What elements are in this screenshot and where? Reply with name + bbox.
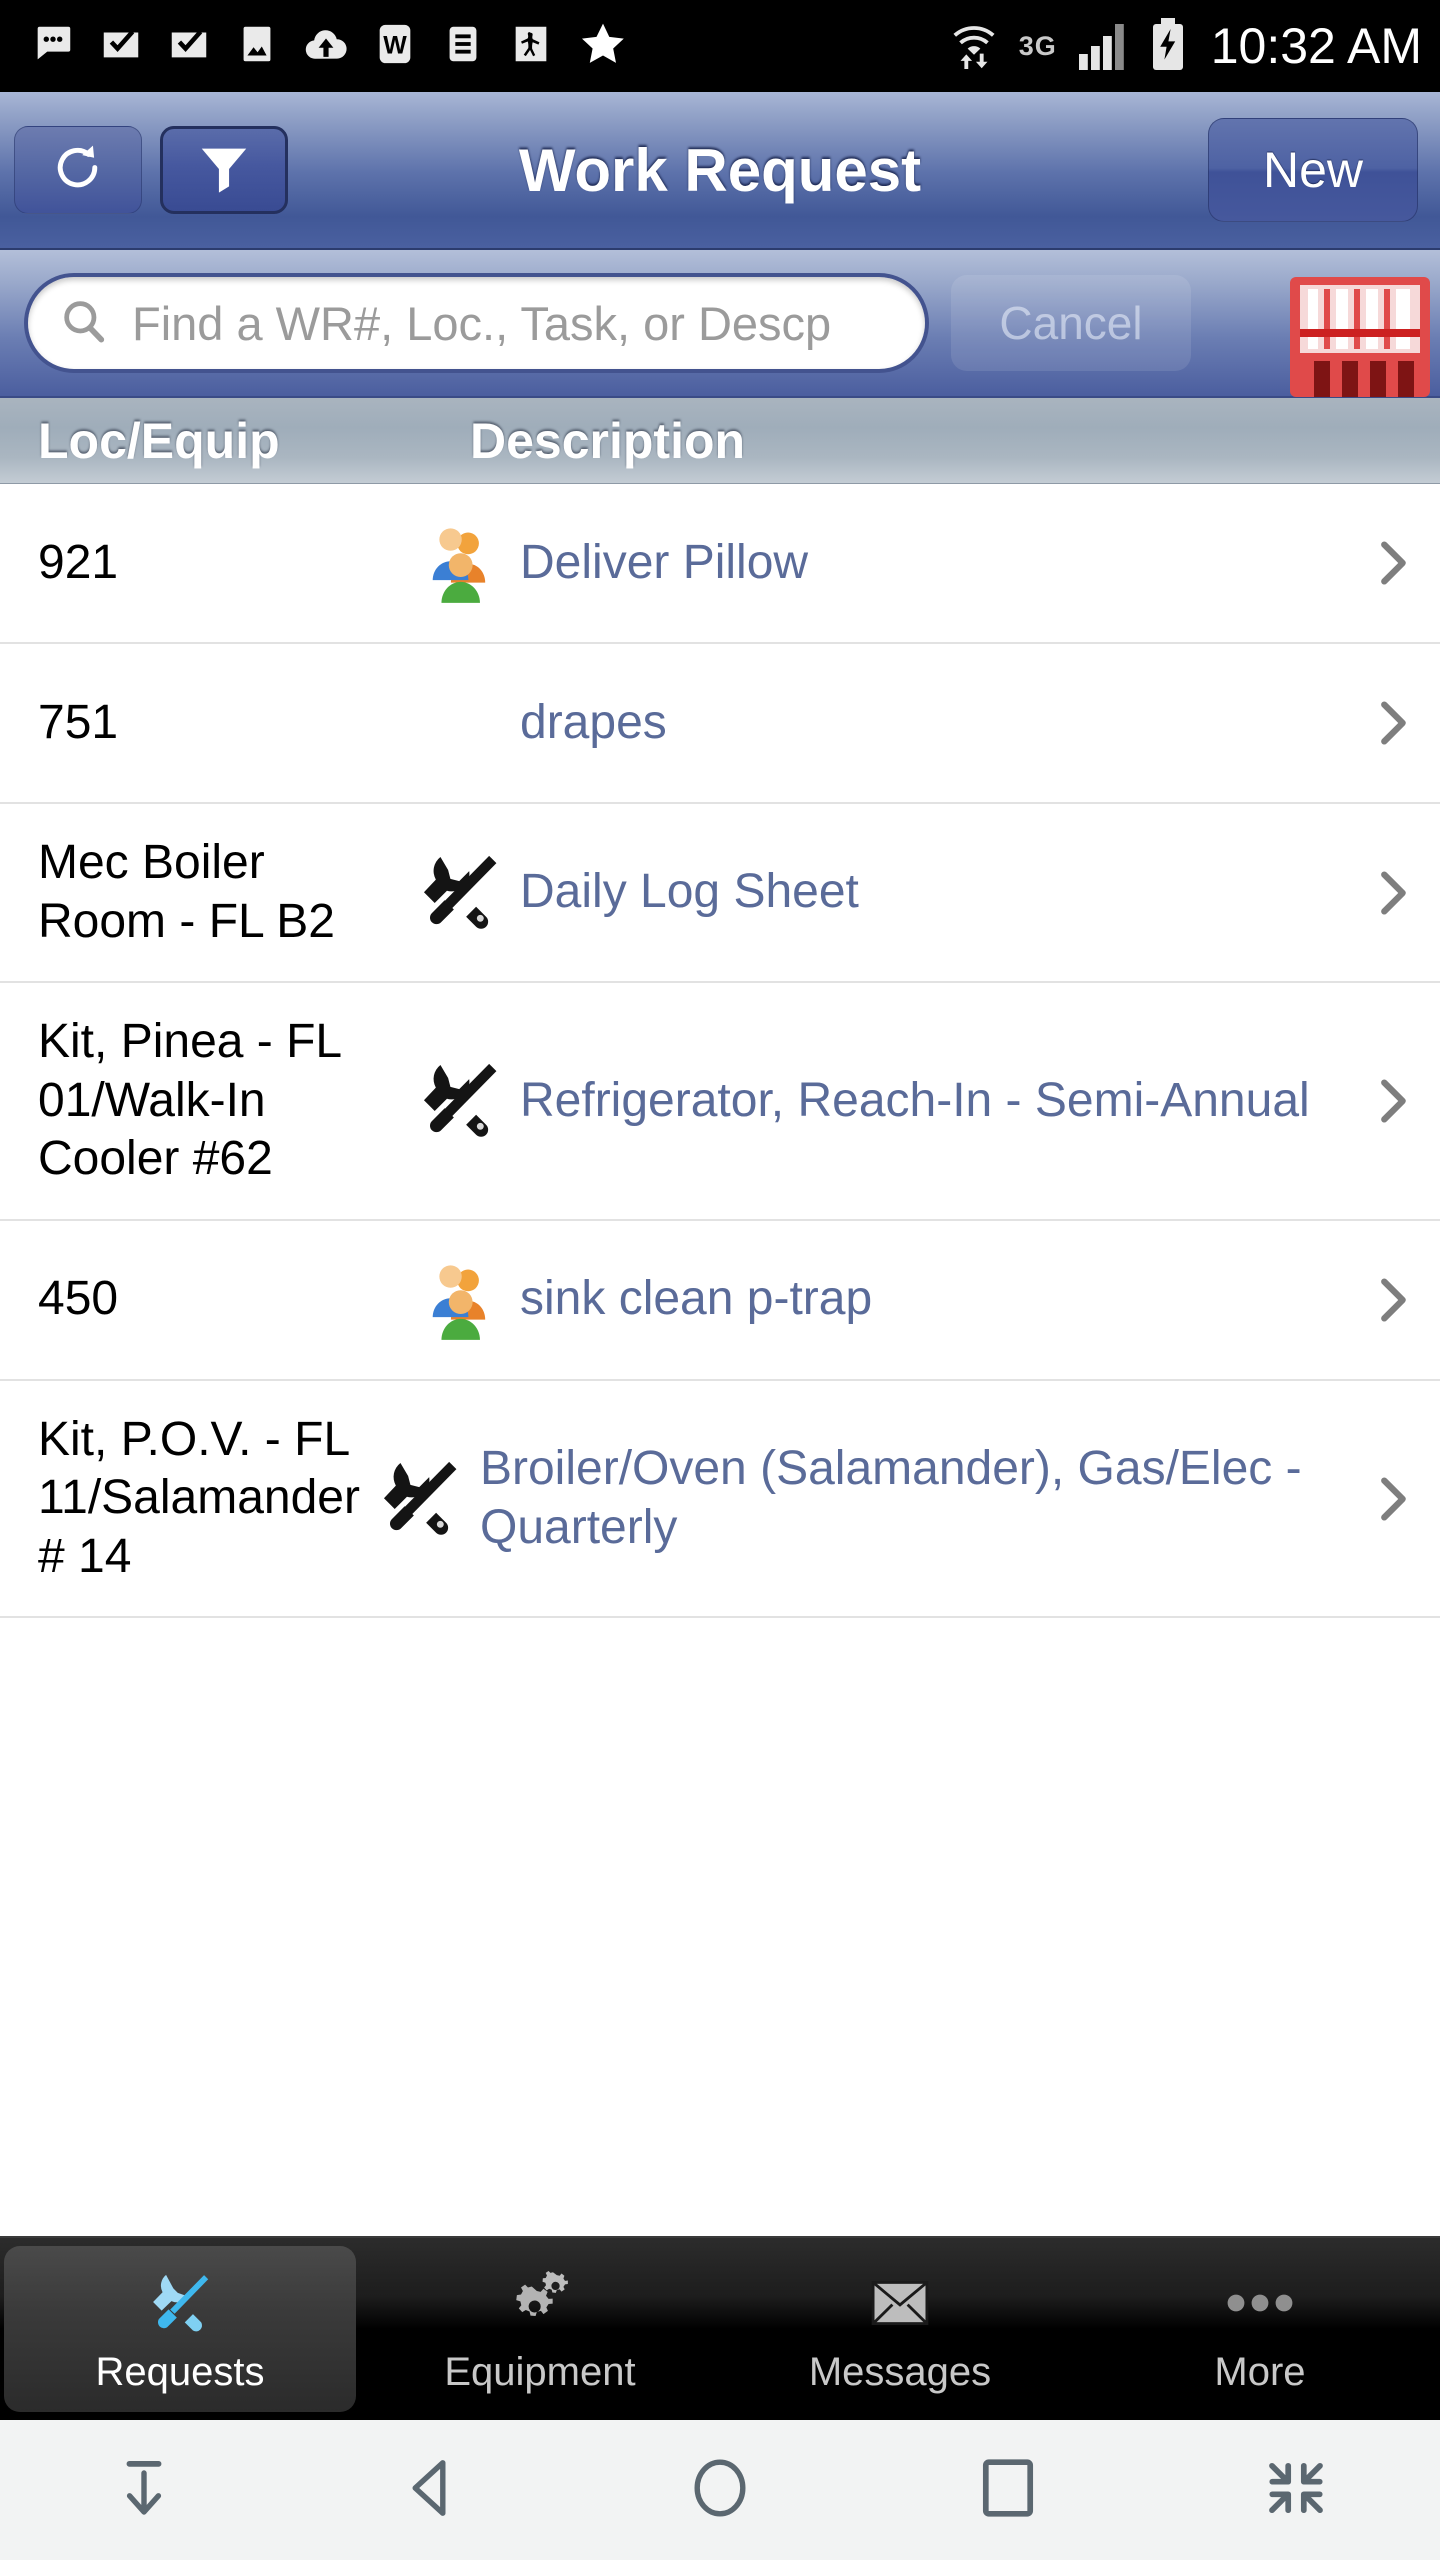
table-row[interactable]: Mec Boiler Room - FL B2 Daily Log Sheet: [0, 804, 1440, 984]
email-check-icon: [98, 21, 144, 72]
filter-button[interactable]: [160, 126, 288, 214]
barcode-scan-icon: [1286, 273, 1434, 406]
cancel-search-button[interactable]: Cancel: [951, 275, 1191, 371]
row-description: Refrigerator, Reach-In - Semi-Annual: [520, 1073, 1310, 1127]
search-bar: Find a WR#, Loc., Task, or Descp Cancel: [0, 250, 1440, 398]
search-placeholder-text: Find a WR#, Loc., Task, or Descp: [132, 296, 832, 350]
shrink-screen-button[interactable]: [1152, 2452, 1440, 2529]
refresh-icon: [50, 140, 106, 201]
tab-more[interactable]: More: [1084, 2246, 1436, 2412]
shrink-screen-icon: [1260, 2452, 1332, 2529]
column-header-loc-equip: Loc/Equip: [38, 412, 280, 469]
row-description: Daily Log Sheet: [520, 865, 859, 919]
chevron-right-icon: [1344, 694, 1440, 752]
row-location: 751: [38, 695, 119, 749]
recents-icon: [972, 2452, 1044, 2529]
word-document-icon: W: [372, 21, 418, 72]
table-row[interactable]: Kit, P.O.V. - FL 11/Salamander # 14 Broil…: [0, 1381, 1440, 1619]
row-location: Mec Boiler Room - FL B2: [38, 836, 335, 948]
funnel-filter-icon: [195, 139, 253, 202]
tab-label-messages: Messages: [808, 2349, 992, 2394]
app-nav-bar: Work Request New: [0, 92, 1440, 250]
messaging-dots-icon: [30, 21, 76, 72]
home-button[interactable]: [576, 2452, 864, 2529]
text-document-icon: [440, 21, 486, 72]
hide-keyboard-icon: [108, 2452, 180, 2529]
status-bar-notification-icons: W: [30, 18, 949, 75]
tab-label-equipment: Equipment: [444, 2349, 636, 2394]
back-button[interactable]: [288, 2452, 576, 2529]
tools-icon: [400, 847, 520, 939]
android-status-bar: W 3G 10:32 AM: [0, 0, 1440, 92]
battery-charging-icon: [1151, 17, 1185, 75]
table-row[interactable]: 751 drapes: [0, 644, 1440, 804]
tab-label-more: More: [1214, 2349, 1306, 2394]
android-system-nav-bar: [0, 2420, 1440, 2560]
people-group-icon: [400, 1258, 520, 1342]
gallery-image-icon: [234, 21, 280, 72]
row-description: drapes: [520, 695, 667, 749]
ellipsis-icon: [1222, 2264, 1298, 2342]
cloud-upload-icon: [302, 21, 350, 72]
row-description: sink clean p-trap: [520, 1272, 873, 1326]
tools-icon: [360, 1453, 480, 1545]
wifi-icon: [949, 18, 999, 75]
tools-icon: [142, 2264, 218, 2342]
tools-icon: [400, 1055, 520, 1147]
list-column-headers: Loc/Equip Description: [0, 398, 1440, 484]
hide-keyboard-button[interactable]: [0, 2452, 288, 2529]
star-icon: [576, 18, 630, 75]
network-type-badge: 3G: [1018, 30, 1057, 61]
tab-requests[interactable]: Requests: [4, 2246, 356, 2412]
barcode-scan-button[interactable]: [1280, 268, 1440, 410]
search-input[interactable]: Find a WR#, Loc., Task, or Descp: [24, 273, 929, 373]
row-location: 450: [38, 1272, 119, 1326]
refresh-button[interactable]: [14, 126, 142, 214]
signal-bars-icon: [1077, 18, 1131, 75]
home-icon: [684, 2452, 756, 2529]
chevron-right-icon: [1344, 1470, 1440, 1528]
search-icon: [58, 295, 110, 352]
table-row[interactable]: Kit, Pinea - FL 01/Walk-In Cooler #62 Ref…: [0, 983, 1440, 1221]
adobe-reader-icon: [508, 21, 554, 72]
gears-icon: [502, 2264, 578, 2342]
work-request-list[interactable]: 921 Deliver Pillow 751 drapes Mec Boiler Roo…: [0, 484, 1440, 2236]
envelope-icon: [862, 2264, 938, 2342]
column-header-description: Description: [470, 412, 746, 469]
chevron-right-icon: [1344, 864, 1440, 922]
tab-label-requests: Requests: [95, 2349, 265, 2394]
tab-messages[interactable]: Messages: [724, 2246, 1076, 2412]
status-bar-system-icons: 3G 10:32 AM: [949, 17, 1422, 75]
table-row[interactable]: 450 sink clean p-trap: [0, 1221, 1440, 1381]
row-description: Deliver Pillow: [520, 535, 809, 589]
svg-text:W: W: [383, 31, 407, 59]
tab-equipment[interactable]: Equipment: [364, 2246, 716, 2412]
people-group-icon: [400, 521, 520, 605]
bottom-tab-bar: Requests Equipment Messages More: [0, 2236, 1440, 2420]
row-description: Broiler/Oven (Salamander), Gas/Elec - Qu…: [479, 1442, 1302, 1554]
status-bar-clock: 10:32 AM: [1210, 18, 1422, 74]
chevron-right-icon: [1344, 534, 1440, 592]
row-location: 921: [38, 535, 119, 589]
app-root: W 3G 10:32 AM Work Request New Find a WR…: [0, 0, 1440, 2560]
back-icon: [396, 2452, 468, 2529]
chevron-right-icon: [1344, 1271, 1440, 1329]
email-check-icon: [166, 21, 212, 72]
row-location: Kit, P.O.V. - FL 11/Salamander # 14: [38, 1412, 360, 1583]
table-row[interactable]: 921 Deliver Pillow: [0, 484, 1440, 644]
row-location: Kit, Pinea - FL 01/Walk-In Cooler #62: [38, 1015, 341, 1186]
chevron-right-icon: [1344, 1072, 1440, 1130]
recents-button[interactable]: [864, 2452, 1152, 2529]
new-request-button[interactable]: New: [1208, 118, 1418, 222]
